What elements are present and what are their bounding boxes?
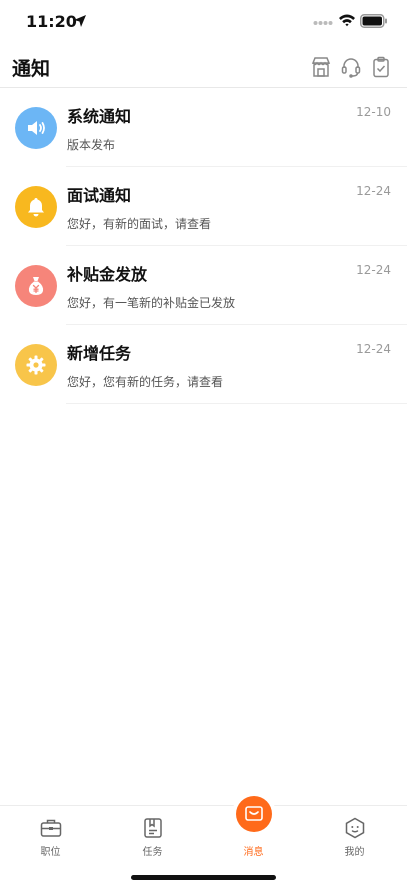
notification-item-task[interactable]: 新增任务 您好，您有新的任务，请查看 12-24 xyxy=(0,325,407,404)
notification-list: 系统通知 版本发布 12-10 面试通知 您好，有新的面试，请查看 12-24 … xyxy=(0,88,407,404)
notification-title: 新增任务 xyxy=(67,344,132,363)
notification-date: 12-24 xyxy=(356,342,391,356)
speaker-icon xyxy=(15,107,57,149)
notification-date: 12-10 xyxy=(356,105,391,119)
location-arrow-icon xyxy=(74,15,86,27)
page-header: 通知 xyxy=(0,44,407,88)
page-title: 通知 xyxy=(12,58,51,80)
tab-label: 职位 xyxy=(40,847,61,858)
tab-label: 任务 xyxy=(142,847,163,858)
shop-icon[interactable] xyxy=(310,56,332,78)
notification-desc: 版本发布 xyxy=(67,138,116,152)
profile-icon xyxy=(345,817,365,839)
clipboard-icon[interactable] xyxy=(370,56,392,78)
notification-item-interview[interactable]: 面试通知 您好，有新的面试，请查看 12-24 xyxy=(0,167,407,246)
notification-date: 12-24 xyxy=(356,184,391,198)
signal-icon xyxy=(313,21,333,25)
notification-title: 系统通知 xyxy=(67,107,132,126)
tab-tasks[interactable]: 任务 xyxy=(102,806,203,866)
notification-desc: 您好，有新的面试，请查看 xyxy=(67,217,212,231)
bell-icon xyxy=(15,186,57,228)
notification-desc: 您好，您有新的任务，请查看 xyxy=(67,375,224,389)
task-icon xyxy=(144,818,162,838)
battery-icon xyxy=(360,14,387,28)
notification-desc: 您好，有一笔新的补贴金已发放 xyxy=(67,296,236,310)
status-bar: 11:20 xyxy=(0,0,407,44)
notification-item-subsidy[interactable]: 补贴金发放 您好，有一笔新的补贴金已发放 12-24 xyxy=(0,246,407,325)
tab-jobs[interactable]: 职位 xyxy=(0,806,101,866)
tab-label: 我的 xyxy=(344,847,365,858)
briefcase-icon xyxy=(40,819,62,837)
notification-date: 12-24 xyxy=(356,263,391,277)
notification-title: 面试通知 xyxy=(67,186,132,205)
gear-icon xyxy=(15,344,57,386)
tab-messages[interactable]: 消息 xyxy=(203,796,304,866)
home-indicator xyxy=(131,875,276,880)
tab-profile[interactable]: 我的 xyxy=(304,806,405,866)
headset-icon[interactable] xyxy=(340,56,362,78)
status-time: 11:20 xyxy=(26,12,77,31)
notification-item-system[interactable]: 系统通知 版本发布 12-10 xyxy=(0,88,407,167)
wifi-icon xyxy=(339,14,355,27)
notification-title: 补贴金发放 xyxy=(67,265,148,284)
money-bag-icon xyxy=(15,265,57,307)
tab-label: 消息 xyxy=(243,847,264,858)
message-icon xyxy=(236,796,272,832)
